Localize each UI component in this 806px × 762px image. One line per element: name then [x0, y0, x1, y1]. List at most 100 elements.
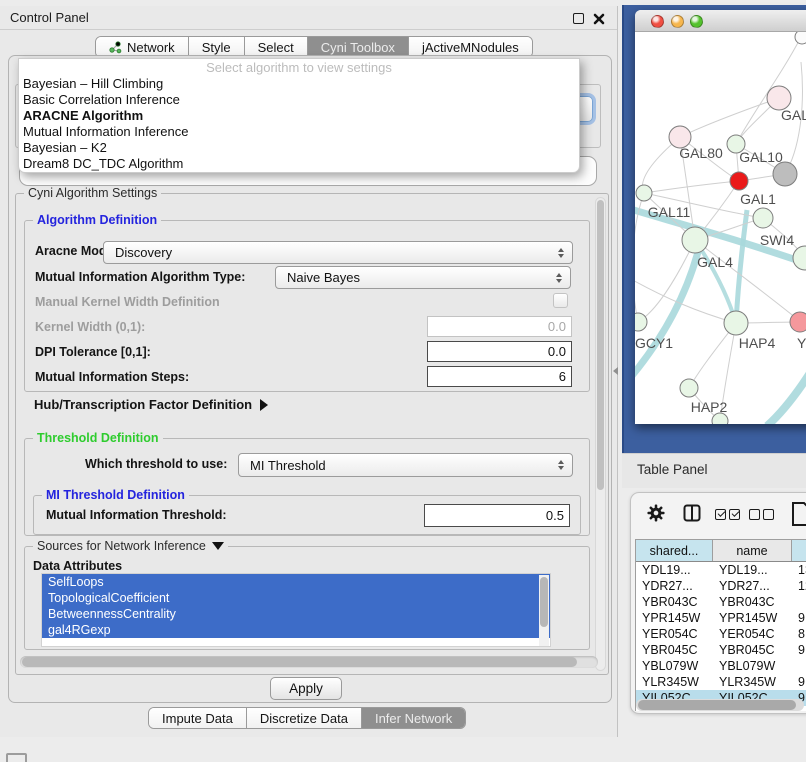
- mi-threshold-label: Mutual Information Threshold:: [46, 508, 227, 522]
- column-header[interactable]: shared...: [636, 540, 713, 561]
- column-header[interactable]: A: [792, 540, 806, 561]
- algorithm-option[interactable]: Mutual Information Inference: [19, 124, 579, 140]
- table-horizontal-scrollbar[interactable]: [636, 699, 804, 711]
- table-cell: YPR145W: [713, 610, 792, 626]
- settings-horizontal-scrollbar[interactable]: [20, 656, 598, 668]
- data-attribute-item[interactable]: gal4RGexp: [42, 622, 550, 638]
- network-node[interactable]: [682, 227, 708, 253]
- clear-all-checks-icon[interactable]: [763, 509, 774, 520]
- combo-arrows-icon: [558, 248, 564, 258]
- table-cell: [792, 658, 806, 674]
- sources-group: Sources for Network Inference Data Attri…: [24, 546, 590, 650]
- tab-style[interactable]: Style: [189, 37, 245, 57]
- network-node-label: GAL11: [648, 204, 691, 220]
- control-panel-titlebar: Control Panel: [0, 6, 617, 30]
- table-cell: YER054C: [636, 626, 713, 642]
- mi-steps-input[interactable]: 6: [427, 366, 572, 387]
- tab-jactivemnodules[interactable]: jActiveMNodules: [409, 37, 532, 57]
- mi-algorithm-value: Naive Bayes: [287, 270, 360, 285]
- table-row[interactable]: YBR043CYBR043C: [636, 594, 806, 610]
- network-node[interactable]: [790, 312, 806, 332]
- minimize-traffic-light[interactable]: [671, 15, 684, 28]
- table-row[interactable]: YER054CYER054C8.: [636, 626, 806, 642]
- list-vertical-scrollbar[interactable]: [539, 575, 549, 647]
- float-window-icon[interactable]: [573, 13, 584, 24]
- which-threshold-select[interactable]: MI Threshold: [238, 453, 573, 477]
- mi-algorithm-select[interactable]: Naive Bayes: [275, 266, 571, 289]
- data-attribute-item[interactable]: BetweennessCentrality: [42, 606, 550, 622]
- cyni-toolbox-panel: Select algorithm to view settings Bayesi…: [8, 55, 612, 703]
- network-node-label: GAL1: [740, 191, 776, 207]
- data-attribute-item[interactable]: SelfLoops: [42, 574, 550, 590]
- scrollbar-thumb[interactable]: [22, 657, 577, 667]
- table-row[interactable]: YBR045CYBR045C9.: [636, 642, 806, 658]
- hub-definition-label: Hub/Transcription Factor Definition: [34, 397, 252, 412]
- select-all-checks-icon[interactable]: [715, 509, 726, 520]
- algorithm-option[interactable]: Basic Correlation Inference: [19, 92, 579, 108]
- table-row[interactable]: YDL19...YDL19...13: [636, 562, 806, 578]
- tab-network[interactable]: Network: [96, 37, 189, 57]
- minimized-panel-icon[interactable]: [6, 753, 27, 762]
- table-row[interactable]: YLR345WYLR345W9.: [636, 674, 806, 690]
- network-node[interactable]: [635, 313, 647, 331]
- scrollbar-thumb[interactable]: [597, 200, 604, 490]
- close-traffic-light[interactable]: [651, 15, 664, 28]
- document-icon[interactable]: [791, 501, 806, 527]
- mi-steps-label: Mutual Information Steps:: [35, 370, 189, 384]
- algorithm-option[interactable]: ARACNE Algorithm: [19, 108, 579, 124]
- dpi-tolerance-input[interactable]: 0.0: [427, 341, 572, 362]
- mi-threshold-input[interactable]: 0.5: [424, 504, 570, 527]
- network-node[interactable]: [636, 185, 652, 201]
- gear-icon[interactable]: [647, 504, 665, 522]
- table-row[interactable]: YDR27...YDR27...12: [636, 578, 806, 594]
- settings-vertical-scrollbar[interactable]: [595, 197, 606, 671]
- aracne-mode-select[interactable]: Discovery: [103, 241, 573, 264]
- network-node[interactable]: [753, 208, 773, 228]
- panel-splitter-handle[interactable]: [613, 367, 618, 375]
- tab-discretize-data[interactable]: Discretize Data: [247, 708, 362, 728]
- algorithm-option[interactable]: Bayesian – Hill Climbing: [19, 76, 579, 92]
- algorithm-definition-title: Algorithm Definition: [33, 213, 161, 227]
- scrollbar-thumb[interactable]: [540, 577, 548, 627]
- sources-disclosure[interactable]: Sources for Network Inference: [33, 539, 228, 553]
- tab-cyni-toolbox[interactable]: Cyni Toolbox: [308, 37, 409, 57]
- hub-definition-disclosure[interactable]: Hub/Transcription Factor Definition: [34, 397, 268, 412]
- network-node[interactable]: [730, 172, 748, 190]
- table-cell: YBL079W: [713, 658, 792, 674]
- table-cell: 9.: [792, 674, 806, 690]
- table-cell: YBR043C: [713, 594, 792, 610]
- close-window-icon[interactable]: [593, 12, 605, 24]
- scrollbar-thumb[interactable]: [638, 700, 796, 710]
- column-header[interactable]: name: [713, 540, 792, 561]
- table-row[interactable]: YPR145WYPR145W9.: [636, 610, 806, 626]
- zoom-traffic-light[interactable]: [690, 15, 703, 28]
- tab-infer-network[interactable]: Infer Network: [362, 708, 465, 728]
- network-node[interactable]: [773, 162, 797, 186]
- tab-label: Select: [258, 40, 294, 55]
- data-attribute-item[interactable]: TopologicalCoefficient: [42, 590, 550, 606]
- tab-select[interactable]: Select: [245, 37, 308, 57]
- tab-label: Style: [202, 40, 231, 55]
- table-cell: YLR345W: [636, 674, 713, 690]
- manual-kernel-label: Manual Kernel Width Definition: [35, 295, 220, 309]
- tab-label: Infer Network: [375, 711, 452, 726]
- algorithm-option[interactable]: Dream8 DC_TDC Algorithm: [19, 156, 579, 172]
- apply-button[interactable]: Apply: [270, 677, 342, 700]
- table-toolbar: [631, 493, 806, 537]
- network-node[interactable]: [680, 379, 698, 397]
- network-node-label: GAL4: [697, 254, 733, 270]
- columns-icon[interactable]: [683, 504, 701, 522]
- network-node[interactable]: [724, 311, 748, 335]
- network-node[interactable]: [793, 246, 806, 270]
- table-row[interactable]: YBL079WYBL079W: [636, 658, 806, 674]
- tab-impute-data[interactable]: Impute Data: [149, 708, 247, 728]
- network-node-label: GAL80: [679, 145, 723, 161]
- network-canvas[interactable]: GALGAL80GAL10GAL1GAL11SWI4GAL4GCY1HAP4YH…: [635, 32, 806, 424]
- select-all-checks-icon[interactable]: [729, 509, 740, 520]
- clear-all-checks-icon[interactable]: [749, 509, 760, 520]
- table-cell: YDR27...: [636, 578, 713, 594]
- table-cell: YBR045C: [713, 642, 792, 658]
- algorithm-option[interactable]: Bayesian – K2: [19, 140, 579, 156]
- table-body: YDL19...YDL19...13YDR27...YDR27...12YBR0…: [636, 562, 806, 706]
- network-node[interactable]: [795, 32, 806, 44]
